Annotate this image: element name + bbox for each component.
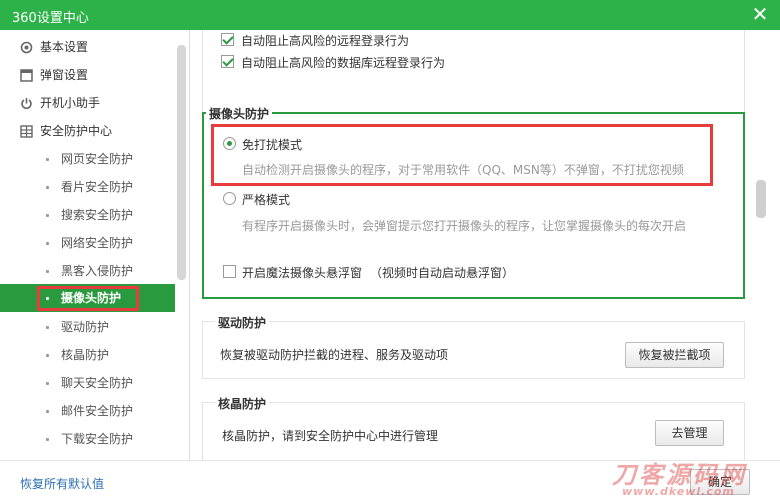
- sidebar-subitem-label: 看片安全防护: [61, 180, 134, 194]
- watermark: 刀客源码网 www.dkewl.com: [612, 455, 772, 498]
- sidebar-subitem-label: 驱动防护: [61, 320, 110, 334]
- bullet-icon: [46, 410, 49, 413]
- magic-camera-note: （视频时自动启动悬浮窗）: [370, 266, 515, 280]
- bullet-icon: [46, 297, 49, 300]
- free-mode-label: 免打扰模式: [242, 138, 303, 152]
- bullet-icon: [46, 354, 49, 357]
- sidebar-item-security-center[interactable]: 安全防护中心: [0, 117, 175, 145]
- db-remote-login-label: 自动阻止高风险的数据库远程登录行为: [241, 56, 446, 70]
- sidebar-subitem-core[interactable]: 核晶防护: [0, 341, 175, 369]
- bullet-icon: [46, 242, 49, 245]
- main-panel: 自动阻止高风险的远程登录行为 自动阻止高风险的数据库远程登录行为 摄像头防护 免…: [190, 30, 760, 460]
- title-bar: 360设置中心 ✕: [0, 0, 780, 30]
- sidebar-subitem-download[interactable]: 下载安全防护: [0, 425, 175, 448]
- camera-protection-section: 摄像头防护 免打扰模式 自动检测开启摄像头的程序，对于常用软件（QQ、MSN等）…: [202, 105, 745, 299]
- sidebar-item-label: 安全防护中心: [40, 124, 113, 138]
- sidebar-item-label: 基本设置: [40, 40, 89, 54]
- remote-login-checkbox[interactable]: [221, 33, 234, 46]
- db-remote-login-checkbox[interactable]: [221, 55, 234, 68]
- strict-mode-radio[interactable]: [223, 192, 236, 205]
- manage-button[interactable]: 去管理: [655, 420, 724, 446]
- restore-blocked-button[interactable]: 恢复被拦截项: [625, 342, 724, 368]
- driver-desc: 恢复被驱动防护拦截的进程、服务及驱动项: [220, 348, 449, 362]
- sidebar-subitem-label: 搜索安全防护: [61, 208, 134, 222]
- sidebar: 基本设置 弹窗设置 开机小助手 安全防护中心 网页安全防护 看片安全防护 搜索安…: [0, 30, 175, 448]
- bullet-icon: [46, 158, 49, 161]
- remote-login-label: 自动阻止高风险的远程登录行为: [241, 34, 410, 48]
- sidebar-subitem-video[interactable]: 看片安全防护: [0, 173, 175, 201]
- gear-icon: [20, 41, 33, 54]
- driver-protection-card: 驱动防护 恢复被驱动防护拦截的进程、服务及驱动项 恢复被拦截项: [202, 314, 745, 379]
- bullet-icon: [46, 270, 49, 273]
- strict-mode-desc: 有程序开启摄像头时，会弹窗提示您打开摄像头的程序，让您掌握摄像头的每次开启: [242, 219, 687, 233]
- driver-section-title: 驱动防护: [215, 314, 270, 331]
- bullet-icon: [46, 438, 49, 441]
- sidebar-subitem-label: 摄像头防护: [61, 291, 122, 305]
- sidebar-subitem-chat[interactable]: 聊天安全防护: [0, 369, 175, 397]
- sidebar-subitem-network[interactable]: 网络安全防护: [0, 229, 175, 257]
- sidebar-subitem-label: 网络安全防护: [61, 236, 134, 250]
- bullet-icon: [46, 186, 49, 189]
- magic-camera-checkbox[interactable]: [223, 265, 236, 278]
- sidebar-subitem-mail[interactable]: 邮件安全防护: [0, 397, 175, 425]
- main-scrollbar[interactable]: [756, 180, 766, 218]
- sidebar-item-startup[interactable]: 开机小助手: [0, 89, 175, 117]
- sidebar-subitem-label: 下载安全防护: [61, 432, 134, 446]
- core-desc: 核晶防护，请到安全防护中心中进行管理: [222, 429, 439, 443]
- sidebar-subitem-search[interactable]: 搜索安全防护: [0, 201, 175, 229]
- sidebar-item-popup[interactable]: 弹窗设置: [0, 61, 175, 89]
- sidebar-scrollbar[interactable]: [177, 45, 186, 280]
- free-mode-desc: 自动检测开启摄像头的程序，对于常用软件（QQ、MSN等）不弹窗，不打扰您视频: [242, 163, 684, 177]
- remote-login-card: 自动阻止高风险的远程登录行为 自动阻止高风险的数据库远程登录行为: [202, 30, 745, 116]
- core-protection-card: 核晶防护 核晶防护，请到安全防护中心中进行管理 去管理: [202, 395, 745, 460]
- grid-icon: [20, 125, 33, 138]
- strict-mode-label: 严格模式: [242, 193, 291, 207]
- magic-camera-label: 开启魔法摄像头悬浮窗: [242, 266, 363, 280]
- free-mode-radio[interactable]: [223, 137, 236, 150]
- camera-section-title: 摄像头防护: [206, 105, 273, 122]
- sidebar-item-basic[interactable]: 基本设置: [0, 33, 175, 61]
- close-icon[interactable]: ✕: [750, 2, 770, 26]
- sidebar-item-label: 开机小助手: [40, 96, 101, 110]
- power-icon: [21, 98, 32, 109]
- sidebar-subitem-hacker[interactable]: 黑客入侵防护: [0, 257, 175, 285]
- window-icon: [20, 69, 33, 82]
- bullet-icon: [46, 382, 49, 385]
- sidebar-item-label: 弹窗设置: [40, 68, 89, 82]
- sidebar-subitem-driver[interactable]: 驱动防护: [0, 313, 175, 341]
- sidebar-subitem-label: 网页安全防护: [61, 152, 134, 166]
- sidebar-subitem-label: 邮件安全防护: [61, 404, 134, 418]
- watermark-url: www.dkewl.com: [622, 485, 735, 498]
- core-section-title: 核晶防护: [215, 395, 270, 412]
- bullet-icon: [46, 214, 49, 217]
- sidebar-subitem-camera[interactable]: 摄像头防护: [0, 284, 175, 312]
- bullet-icon: [46, 326, 49, 329]
- sidebar-subitem-web[interactable]: 网页安全防护: [0, 145, 175, 173]
- sidebar-subitem-label: 核晶防护: [61, 348, 110, 362]
- sidebar-subitem-label: 黑客入侵防护: [61, 264, 134, 278]
- sidebar-subitem-label: 聊天安全防护: [61, 376, 134, 390]
- restore-defaults-link[interactable]: 恢复所有默认值: [20, 475, 104, 492]
- window-title: 360设置中心: [12, 11, 89, 26]
